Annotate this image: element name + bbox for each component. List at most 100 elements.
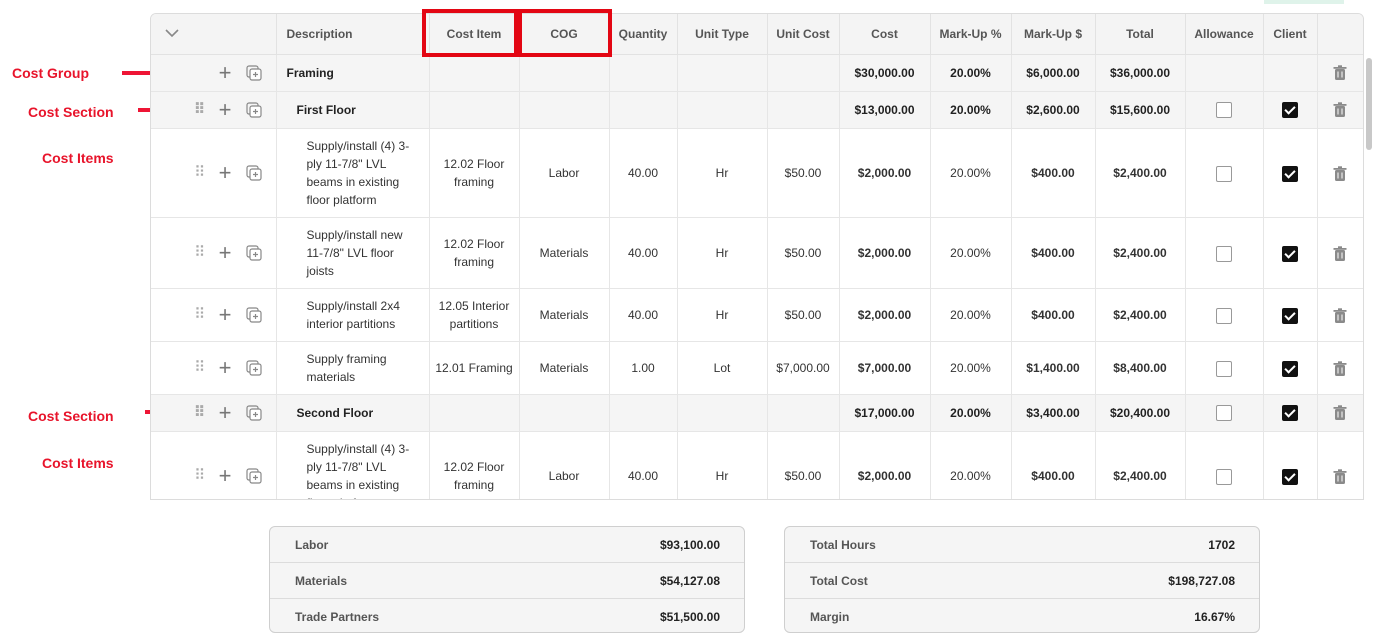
header-total[interactable]: Total	[1095, 14, 1186, 55]
allowance-checkbox[interactable]	[1216, 468, 1232, 485]
item-markup-pct[interactable]: 20.00%	[930, 217, 1012, 289]
group-description[interactable]: Framing	[276, 54, 430, 92]
header-client[interactable]: Client	[1263, 14, 1318, 55]
drag-handle-icon[interactable]: ⠿	[193, 102, 206, 117]
trash-icon[interactable]	[1333, 361, 1347, 377]
item-cost-item[interactable]: 12.05 Interior partitions	[429, 288, 520, 342]
allowance-checkbox[interactable]	[1216, 245, 1232, 262]
item-unit-type[interactable]: Lot	[677, 341, 768, 395]
item-cost-item[interactable]: 12.02 Floor framing	[429, 217, 520, 289]
header-unit-cost[interactable]: Unit Cost	[767, 14, 840, 55]
section-description[interactable]: First Floor	[276, 91, 430, 129]
client-checkbox[interactable]	[1282, 360, 1298, 377]
collapse-all-toggle[interactable]	[151, 14, 277, 55]
item-unit-type[interactable]: Hr	[677, 431, 768, 499]
item-description[interactable]: Supply framing materials	[276, 341, 430, 395]
table-scrollbar[interactable]	[1366, 58, 1372, 150]
client-checkbox[interactable]	[1282, 102, 1298, 118]
client-checkbox[interactable]	[1282, 165, 1298, 182]
allowance-checkbox[interactable]	[1216, 360, 1232, 377]
client-checkbox[interactable]	[1282, 245, 1298, 262]
item-markup-pct[interactable]: 20.00%	[930, 128, 1012, 218]
duplicate-icon[interactable]	[245, 307, 262, 323]
allowance-checkbox[interactable]	[1216, 165, 1232, 182]
duplicate-icon[interactable]	[245, 165, 262, 181]
item-unit-cost[interactable]: $50.00	[767, 288, 840, 342]
trash-icon[interactable]	[1333, 308, 1347, 324]
item-unit-type[interactable]: Hr	[677, 128, 768, 218]
drag-handle-icon[interactable]: ⠿	[193, 360, 205, 375]
item-markup-pct[interactable]: 20.00%	[930, 431, 1012, 499]
allowance-checkbox[interactable]	[1216, 102, 1232, 118]
trash-icon[interactable]	[1333, 102, 1347, 118]
item-unit-type[interactable]: Hr	[677, 288, 768, 342]
trash-icon[interactable]	[1333, 246, 1347, 262]
item-unit-cost[interactable]: $50.00	[767, 128, 840, 218]
duplicate-icon[interactable]	[245, 405, 262, 421]
item-unit-type[interactable]: Hr	[677, 217, 768, 289]
item-unit-cost[interactable]: $50.00	[767, 217, 840, 289]
client-checkbox[interactable]	[1282, 307, 1298, 324]
item-total: $2,400.00	[1095, 217, 1186, 289]
item-cog[interactable]: Materials	[519, 288, 610, 342]
item-cog[interactable]: Labor	[519, 431, 610, 499]
header-markup-amt[interactable]: Mark-Up $	[1011, 14, 1096, 55]
add-icon[interactable]: +	[219, 162, 232, 184]
drag-handle-icon[interactable]: ⠿	[193, 405, 206, 420]
header-allowance[interactable]: Allowance	[1185, 14, 1264, 55]
header-unit-type[interactable]: Unit Type	[677, 14, 768, 55]
add-icon[interactable]: +	[219, 465, 232, 487]
item-cost-item[interactable]: 12.02 Floor framing	[429, 431, 520, 499]
header-description[interactable]: Description	[276, 14, 430, 55]
item-markup-amt: $400.00	[1011, 431, 1096, 499]
add-icon[interactable]: +	[219, 99, 232, 121]
trash-icon[interactable]	[1333, 65, 1347, 81]
item-description[interactable]: Supply/install (4) 3-ply 11-7/8" LVL bea…	[276, 431, 430, 499]
item-cog[interactable]: Materials	[519, 217, 610, 289]
drag-handle-icon[interactable]: ⠿	[193, 165, 205, 180]
trash-icon[interactable]	[1333, 469, 1347, 485]
header-actions	[1317, 14, 1363, 55]
add-icon[interactable]: +	[219, 402, 232, 424]
item-quantity[interactable]: 40.00	[609, 217, 678, 289]
add-icon[interactable]: +	[219, 357, 232, 379]
section-description[interactable]: Second Floor	[276, 394, 430, 432]
item-description[interactable]: Supply/install new 11-7/8" LVL floor joi…	[276, 217, 430, 289]
item-unit-cost[interactable]: $50.00	[767, 431, 840, 499]
client-checkbox[interactable]	[1282, 468, 1298, 485]
client-checkbox[interactable]	[1282, 405, 1298, 421]
item-cog[interactable]: Materials	[519, 341, 610, 395]
item-cost-item[interactable]: 12.02 Floor framing	[429, 128, 520, 218]
item-cost-item[interactable]: 12.01 Framing	[429, 341, 520, 395]
item-unit-cost[interactable]: $7,000.00	[767, 341, 840, 395]
cost-item-row: ⠿ + Supply/install (4) 3-ply 11-7/8" LVL…	[151, 431, 1363, 499]
trash-icon[interactable]	[1333, 405, 1347, 421]
duplicate-icon[interactable]	[245, 65, 262, 81]
item-description[interactable]: Supply/install (4) 3-ply 11-7/8" LVL bea…	[276, 128, 430, 218]
add-icon[interactable]: +	[219, 242, 232, 264]
duplicate-icon[interactable]	[245, 468, 262, 484]
drag-handle-icon[interactable]: ⠿	[193, 245, 205, 260]
add-icon[interactable]: +	[219, 62, 232, 84]
trash-icon[interactable]	[1333, 166, 1347, 182]
allowance-checkbox[interactable]	[1216, 405, 1232, 421]
active-tab-indicator	[1264, 0, 1344, 4]
header-cost[interactable]: Cost	[839, 14, 931, 55]
header-markup-pct[interactable]: Mark-Up %	[930, 14, 1012, 55]
drag-handle-icon[interactable]: ⠿	[193, 307, 205, 322]
item-quantity[interactable]: 40.00	[609, 128, 678, 218]
item-quantity[interactable]: 40.00	[609, 288, 678, 342]
item-markup-pct[interactable]: 20.00%	[930, 341, 1012, 395]
duplicate-icon[interactable]	[245, 102, 262, 118]
add-icon[interactable]: +	[219, 304, 232, 326]
drag-handle-icon[interactable]: ⠿	[193, 468, 205, 483]
item-description[interactable]: Supply/install 2x4 interior partitions	[276, 288, 430, 342]
item-quantity[interactable]: 40.00	[609, 431, 678, 499]
duplicate-icon[interactable]	[245, 360, 262, 376]
duplicate-icon[interactable]	[245, 245, 262, 261]
header-quantity[interactable]: Quantity	[609, 14, 678, 55]
item-cog[interactable]: Labor	[519, 128, 610, 218]
item-quantity[interactable]: 1.00	[609, 341, 678, 395]
allowance-checkbox[interactable]	[1216, 307, 1232, 324]
item-markup-pct[interactable]: 20.00%	[930, 288, 1012, 342]
